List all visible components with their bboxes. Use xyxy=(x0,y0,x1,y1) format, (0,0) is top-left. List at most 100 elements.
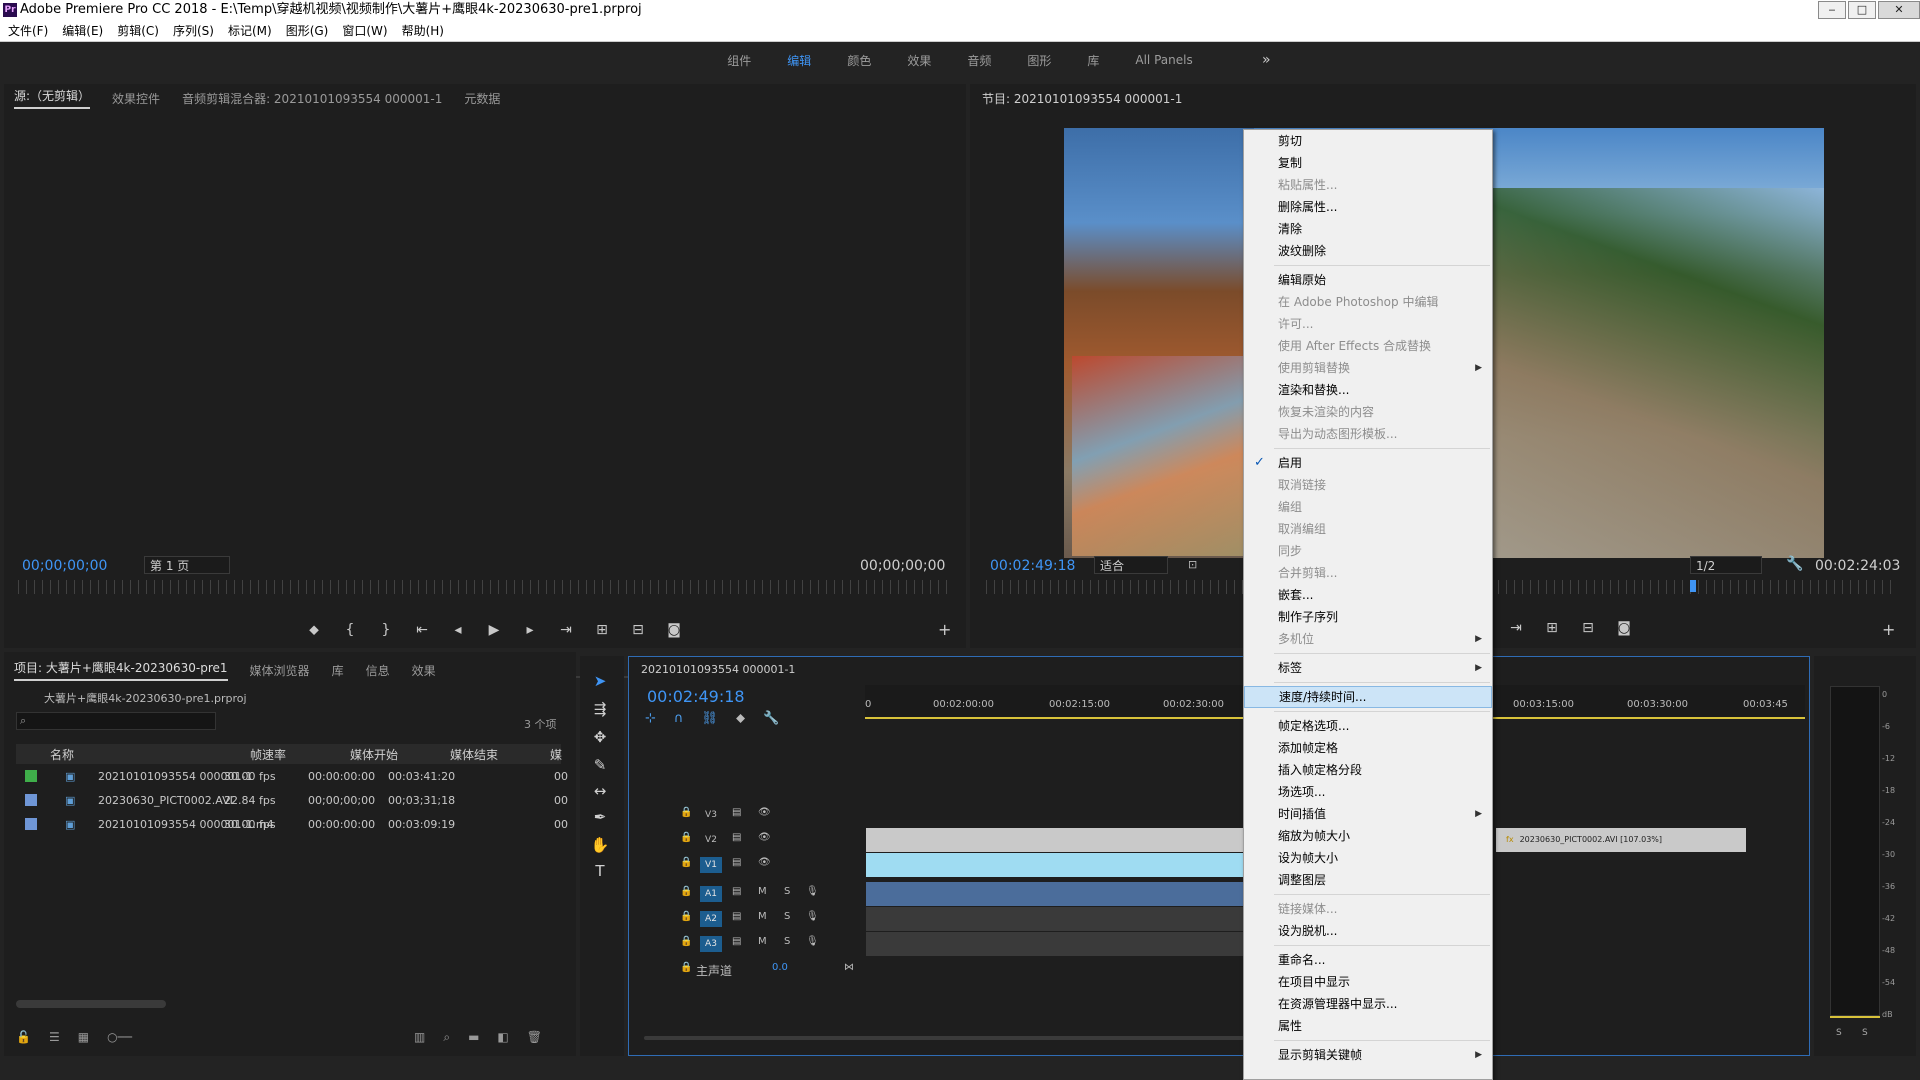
close-icon[interactable]: ✕ xyxy=(1878,1,1920,19)
microphone-icon[interactable]: 🎙 xyxy=(806,886,819,897)
track-lock-icon[interactable]: 🔒 xyxy=(680,857,692,868)
project-item-row[interactable]: ▣ 20210101093554 000001-1 30.00 fps 00:00:0… xyxy=(20,764,568,788)
snap-icon[interactable]: ∩ xyxy=(674,711,684,726)
menu-window[interactable]: 窗口(W) xyxy=(342,22,387,39)
timeline-settings-icon[interactable]: 🔧 xyxy=(763,711,779,726)
overwrite-icon[interactable]: ⊟ xyxy=(630,622,646,638)
toggle-sync-icon[interactable]: ▤ xyxy=(732,832,741,843)
extract-icon[interactable]: ⊟ xyxy=(1580,620,1596,636)
context-menu-item[interactable]: 制作子序列 xyxy=(1244,606,1492,628)
new-item-icon[interactable]: ◧ xyxy=(497,1030,508,1045)
solo-left-button[interactable]: S xyxy=(1836,1028,1842,1038)
tab-source[interactable]: 源:（无剪辑） xyxy=(14,87,91,109)
toggle-sync-icon[interactable]: ▤ xyxy=(732,911,741,922)
minimize-icon[interactable]: ‒ xyxy=(1818,1,1846,19)
workspace-effects[interactable]: 效果 xyxy=(907,52,931,69)
mute-button[interactable]: M xyxy=(758,936,767,947)
track-lock-icon[interactable]: 🔒 xyxy=(680,886,692,897)
tab-project[interactable]: 项目: 大薯片+鹰眼4k-20230630-pre1 xyxy=(14,659,228,681)
timeline-horizontal-scrollbar[interactable] xyxy=(644,1036,1244,1040)
column-media-extra[interactable]: 媒 xyxy=(550,746,562,763)
play-icon[interactable]: ▶ xyxy=(486,622,502,638)
context-menu-item[interactable]: 在项目中显示 xyxy=(1244,971,1492,993)
tab-effect-controls[interactable]: 效果控件 xyxy=(112,90,160,107)
context-menu-item[interactable]: 设为脱机... xyxy=(1244,920,1492,942)
step-back-icon[interactable]: ◂ xyxy=(450,622,466,638)
menu-clip[interactable]: 剪辑(C) xyxy=(117,22,159,39)
toggle-sync-icon[interactable]: ▤ xyxy=(732,936,741,947)
selection-tool-icon[interactable]: ➤ xyxy=(590,672,610,690)
step-forward-icon[interactable]: ▸ xyxy=(522,622,538,638)
workspace-graphics[interactable]: 图形 xyxy=(1027,52,1051,69)
workspace-color[interactable]: 颜色 xyxy=(847,52,871,69)
list-view-icon[interactable]: ☰ xyxy=(49,1030,60,1044)
project-search-input[interactable] xyxy=(16,712,216,730)
column-media-start[interactable]: 媒体开始 xyxy=(350,746,398,763)
context-menu-item[interactable]: 显示剪辑关键帧 ▶ xyxy=(1244,1044,1492,1066)
context-menu-item[interactable]: 复制 xyxy=(1244,152,1492,174)
eye-icon[interactable]: 👁 xyxy=(758,857,771,868)
context-menu-item[interactable]: 启用 ✓ xyxy=(1244,452,1492,474)
master-go-to-icon[interactable]: ⋈ xyxy=(844,962,854,973)
context-menu-item[interactable]: 波纹删除 xyxy=(1244,240,1492,262)
context-menu-item[interactable]: 速度/持续时间... xyxy=(1244,686,1492,708)
razor-tool-icon[interactable]: ✎ xyxy=(590,756,610,774)
tab-libraries[interactable]: 库 xyxy=(332,662,344,679)
wrench-icon[interactable]: 🔧 xyxy=(1786,556,1803,572)
go-to-out-icon[interactable]: ⇥ xyxy=(1508,620,1524,636)
track-lock-icon[interactable]: 🔒 xyxy=(680,911,692,922)
context-menu-item[interactable]: 调整图层 xyxy=(1244,869,1492,891)
go-to-in-icon[interactable]: ⇤ xyxy=(414,622,430,638)
timeline-tab[interactable]: 20210101093554 000001-1 xyxy=(641,663,795,676)
project-item-row[interactable]: ▣ 20230630_PICT0002.AVI 22.84 fps 00;00;00;… xyxy=(20,788,568,812)
microphone-icon[interactable]: 🎙 xyxy=(806,911,819,922)
menu-help[interactable]: 帮助(H) xyxy=(402,22,444,39)
track-label-a2[interactable]: A2 xyxy=(700,911,722,927)
menu-edit[interactable]: 编辑(E) xyxy=(62,22,103,39)
track-lock-icon[interactable]: 🔒 xyxy=(680,962,692,973)
workspace-audio[interactable]: 音频 xyxy=(967,52,991,69)
new-bin-icon[interactable]: ▬ xyxy=(468,1030,479,1045)
clip-v2-right[interactable]: fx 20230630_PICT0002.AVI [107.03%] xyxy=(1496,828,1746,852)
go-to-out-icon[interactable]: ⇥ xyxy=(558,622,574,638)
project-item-row[interactable]: ▣ 20210101093554 000001-1.m4 30.00 fps 00:0… xyxy=(20,812,568,836)
solo-right-button[interactable]: S xyxy=(1862,1028,1868,1038)
zoom-slider-icon[interactable]: ○── xyxy=(107,1030,132,1044)
toggle-sync-icon[interactable]: ▤ xyxy=(732,857,741,868)
context-menu-item[interactable]: 缩放为帧大小 xyxy=(1244,825,1492,847)
label-color-swatch[interactable] xyxy=(25,818,37,830)
context-menu-item[interactable]: 场选项... xyxy=(1244,781,1492,803)
context-menu-item[interactable]: 渲染和替换... xyxy=(1244,379,1492,401)
linked-selection-icon[interactable]: ⛓ xyxy=(701,711,718,726)
insert-icon[interactable]: ⊞ xyxy=(594,622,610,638)
toggle-sync-icon[interactable]: ▤ xyxy=(732,886,741,897)
source-timecode-current[interactable]: 00;00;00;00 xyxy=(22,558,107,574)
program-resolution-select[interactable]: 1/2 xyxy=(1690,556,1762,574)
source-page-select[interactable]: 第 1 页 xyxy=(144,556,230,574)
workspace-editing[interactable]: 编辑 xyxy=(787,52,811,69)
slip-tool-icon[interactable]: ↔ xyxy=(590,782,610,800)
menu-marker[interactable]: 标记(M) xyxy=(228,22,272,39)
tab-effects[interactable]: 效果 xyxy=(412,662,436,679)
program-playhead[interactable] xyxy=(1690,580,1696,592)
maximize-icon[interactable]: □ xyxy=(1848,1,1876,19)
nest-toggle-icon[interactable]: ⊹ xyxy=(645,711,656,726)
hand-tool-icon[interactable]: ✋ xyxy=(590,836,610,854)
pen-tool-icon[interactable]: ✒ xyxy=(590,808,610,826)
tab-metadata[interactable]: 元数据 xyxy=(464,90,500,107)
solo-button[interactable]: S xyxy=(784,911,790,922)
menu-graphics[interactable]: 图形(G) xyxy=(286,22,329,39)
track-select-tool-icon[interactable]: ⇶ xyxy=(590,700,610,718)
track-label-a3[interactable]: A3 xyxy=(700,936,722,952)
track-label-a1[interactable]: A1 xyxy=(700,886,722,902)
label-color-swatch[interactable] xyxy=(25,794,37,806)
program-fit-select[interactable]: 适合 xyxy=(1094,556,1168,574)
marker-icon[interactable]: ⬥ xyxy=(306,622,322,638)
column-media-end[interactable]: 媒体结束 xyxy=(450,746,498,763)
column-frame-rate[interactable]: 帧速率 xyxy=(250,746,286,763)
track-lock-icon[interactable]: 🔒 xyxy=(680,832,692,843)
workspace-all-panels[interactable]: All Panels xyxy=(1135,53,1192,67)
master-volume-value[interactable]: 0.0 xyxy=(772,962,788,973)
menu-file[interactable]: 文件(F) xyxy=(8,22,48,39)
workspace-libraries[interactable]: 库 xyxy=(1087,52,1099,69)
